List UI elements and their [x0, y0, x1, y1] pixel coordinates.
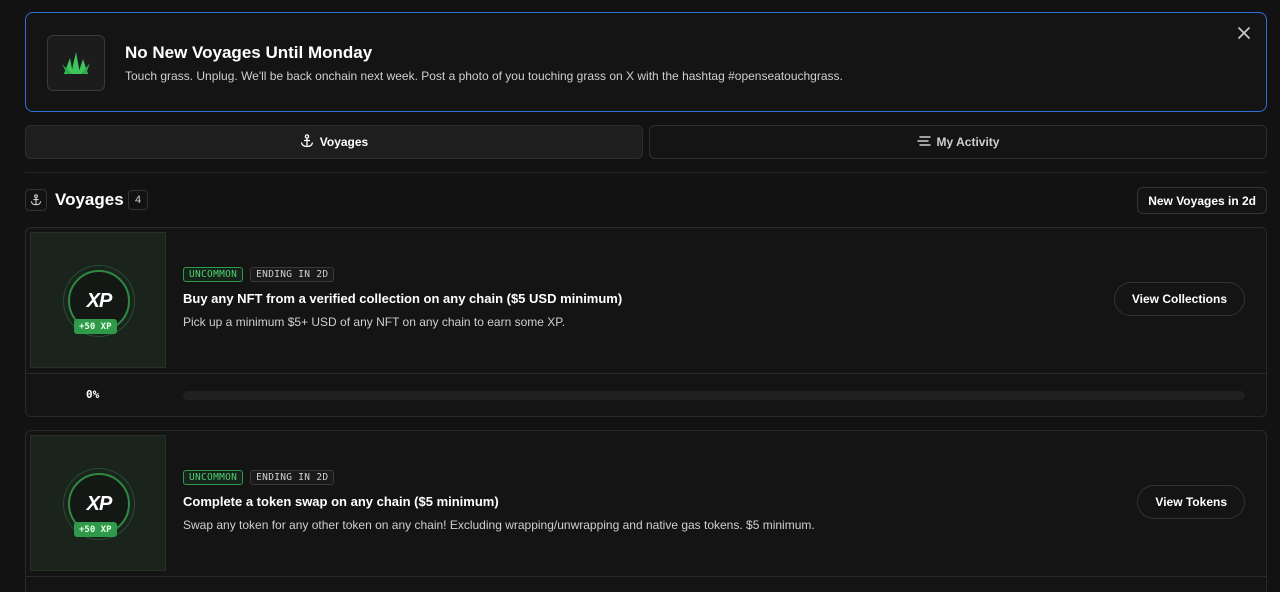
voyage-card: XP +50 XP UNCOMMON ENDING IN 2D Buy any …	[25, 227, 1267, 417]
voyage-description: Pick up a minimum $5+ USD of any NFT on …	[183, 315, 566, 329]
grass-icon	[47, 35, 105, 91]
xp-label: XP	[86, 289, 113, 312]
anchor-icon	[300, 133, 314, 151]
close-icon[interactable]	[1236, 25, 1252, 41]
xp-image: XP +50 XP	[30, 232, 166, 368]
tab-my-activity[interactable]: My Activity	[649, 125, 1267, 159]
view-tokens-button[interactable]: View Tokens	[1137, 485, 1245, 519]
new-voyages-badge: New Voyages in 2d	[1137, 187, 1267, 214]
xp-reward-badge: +50 XP	[74, 319, 117, 334]
progress-percent: 0%	[86, 388, 100, 401]
banner-text: Touch grass. Unplug. We'll be back oncha…	[125, 69, 843, 83]
view-collections-button[interactable]: View Collections	[1113, 282, 1245, 316]
divider	[25, 172, 1267, 173]
voyage-count-badge: 4	[128, 190, 148, 210]
section-title: Voyages	[55, 190, 124, 209]
tab-voyages-label: Voyages	[319, 135, 369, 149]
list-icon	[916, 135, 931, 150]
xp-label: XP	[86, 492, 113, 515]
progress-bar	[183, 391, 1245, 400]
anchor-icon	[25, 189, 47, 211]
tab-my-activity-label: My Activity	[936, 135, 1000, 149]
announcement-banner: No New Voyages Until Monday Touch grass.…	[25, 12, 1267, 112]
banner-title: No New Voyages Until Monday	[125, 43, 373, 62]
voyage-title: Buy any NFT from a verified collection o…	[183, 291, 623, 306]
tab-voyages[interactable]: Voyages	[25, 125, 643, 159]
rarity-tag: UNCOMMON	[183, 267, 244, 282]
ending-tag: ENDING IN 2D	[250, 267, 335, 282]
xp-reward-badge: +50 XP	[74, 522, 117, 537]
voyage-description: Swap any token for any other token on an…	[183, 518, 815, 532]
voyage-title: Complete a token swap on any chain ($5 m…	[183, 494, 499, 509]
ending-tag: ENDING IN 2D	[250, 470, 335, 485]
xp-image: XP +50 XP	[30, 435, 166, 571]
voyage-card: XP +50 XP UNCOMMON ENDING IN 2D Complete…	[25, 430, 1267, 592]
rarity-tag: UNCOMMON	[183, 470, 244, 485]
